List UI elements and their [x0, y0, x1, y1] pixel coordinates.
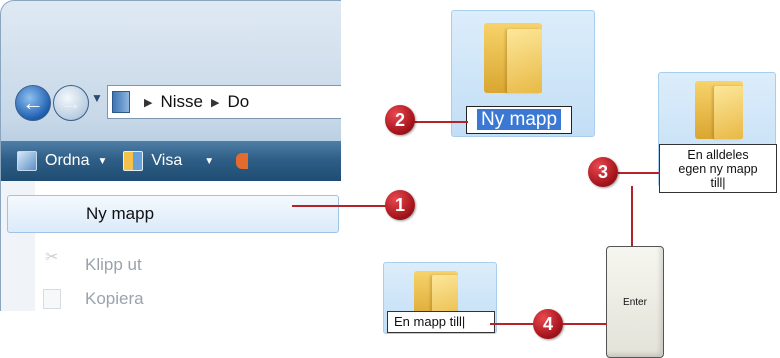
arrow-left-icon: ←	[22, 90, 44, 115]
callout-line	[563, 323, 607, 325]
forward-button[interactable]: →	[53, 85, 89, 121]
menu-item-copy[interactable]: Kopiera	[1, 281, 341, 311]
organize-button[interactable]: Ordna ▼	[17, 151, 107, 171]
menu-item-label: Ny mapp	[86, 204, 155, 223]
copy-icon	[43, 289, 61, 309]
callout-line	[412, 121, 468, 123]
history-dropdown-icon[interactable]: ▼	[91, 91, 103, 105]
location-folder-icon	[112, 91, 130, 113]
breadcrumb-separator-icon[interactable]: ▶	[144, 96, 152, 109]
address-bar[interactable]: ▶ Nisse ▶ Do	[107, 85, 341, 119]
menu-item-cut[interactable]: ✂ Klipp ut	[1, 247, 341, 283]
organize-menu: Ny mapp ✂ Klipp ut Kopiera	[1, 181, 341, 311]
folder-icon	[484, 23, 542, 93]
name-line: till|	[710, 176, 726, 190]
callout-line	[631, 186, 633, 246]
view-icon	[123, 151, 144, 171]
callout-line	[618, 172, 660, 174]
back-button[interactable]: ←	[15, 85, 51, 121]
enter-key[interactable]: Enter	[606, 246, 664, 358]
chevron-down-icon: ▼	[97, 155, 108, 167]
chevron-down-icon: ▼	[204, 155, 215, 167]
breadcrumb-separator-icon[interactable]: ▶	[211, 96, 219, 109]
navigation-bar: ← → ▼ ▶ Nisse ▶ Do	[15, 81, 341, 123]
menu-item-label: Kopiera	[85, 289, 144, 308]
breadcrumb-item[interactable]: Do	[227, 92, 249, 112]
name-line: egen ny mapp	[678, 162, 758, 176]
callout-line	[292, 205, 388, 207]
explorer-window: ← → ▼ ▶ Nisse ▶ Do Ordna ▼ Visa ▼ Ny map…	[0, 0, 341, 311]
organize-icon	[17, 151, 37, 171]
final-name-text: En mapp till	[394, 314, 462, 329]
step-badge-4: 4	[533, 309, 563, 339]
rename-field-selected[interactable]: Ny mapp	[466, 106, 572, 134]
name-line: En alldeles	[687, 148, 749, 162]
rename-field-final[interactable]: En mapp till|	[387, 311, 495, 333]
step-badge-1: 1	[385, 190, 415, 220]
command-toolbar: Ordna ▼ Visa ▼	[1, 141, 341, 181]
toolbar-extra-icon[interactable]	[236, 153, 249, 169]
menu-item-label: Klipp ut	[85, 255, 142, 274]
selected-name-text: Ny mapp	[477, 109, 562, 130]
view-label: Visa	[151, 152, 183, 169]
step-badge-2: 2	[385, 105, 415, 135]
organize-label: Ordna	[45, 152, 90, 169]
step-badge-3: 3	[588, 157, 618, 187]
rename-field-typing[interactable]: En alldeles egen ny mapp till|	[659, 144, 777, 193]
menu-item-new-folder[interactable]: Ny mapp	[7, 195, 339, 233]
scissors-icon: ✂	[45, 249, 59, 266]
arrow-right-icon: →	[60, 90, 82, 115]
breadcrumb-item[interactable]: Nisse	[160, 92, 203, 112]
folder-icon	[695, 81, 743, 139]
view-button[interactable]: Visa ▼	[123, 151, 214, 171]
enter-key-label: Enter	[623, 296, 647, 308]
callout-line	[490, 323, 538, 325]
